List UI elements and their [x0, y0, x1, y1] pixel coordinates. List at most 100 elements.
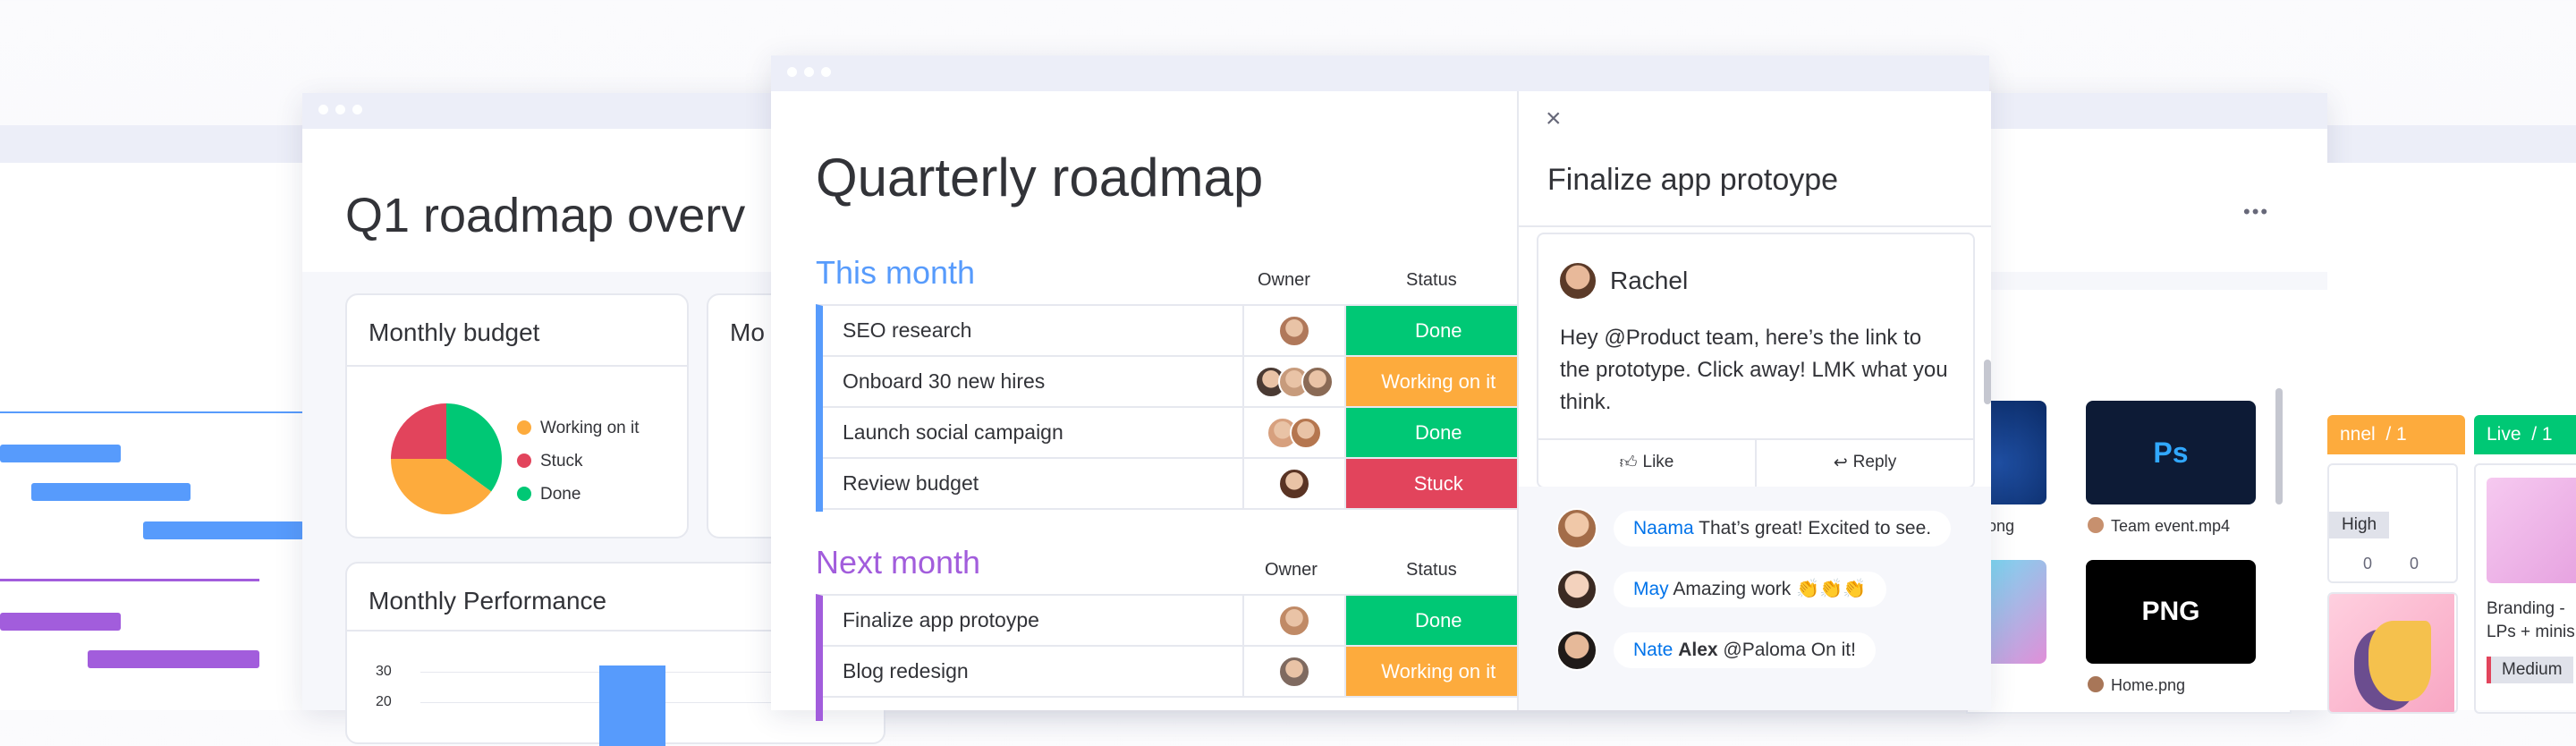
avatar [1556, 569, 1597, 610]
reply-bubble: May Amazing work 👏👏👏 [1614, 572, 1886, 607]
item-name[interactable]: SEO research [823, 306, 1244, 355]
kanban-card[interactable]: Branding - LPs + minis Medium [2474, 463, 2576, 714]
subitem-count: 0 [2410, 555, 2419, 572]
priority-tag: Medium [2487, 657, 2573, 683]
owner-cell[interactable] [1244, 306, 1346, 355]
card-text: Branding - LPs + minis [2487, 599, 2575, 641]
column-header-owner[interactable]: Owner [1258, 270, 1310, 291]
file-thumbnail-ps[interactable]: Ps [2086, 401, 2256, 504]
avatar [1289, 416, 1322, 449]
owner-cell[interactable] [1244, 408, 1346, 457]
reply-author[interactable]: May [1633, 579, 1669, 599]
gantt-timeline [0, 304, 304, 710]
avatar [1558, 261, 1597, 301]
file-caption: Home.png [2086, 674, 2185, 695]
ps-badge: Ps [2153, 436, 2189, 469]
kanban-column-header: Live / 1 [2474, 415, 2576, 454]
status-cell[interactable]: Done [1345, 596, 1531, 645]
close-icon[interactable]: × [1546, 104, 1562, 134]
status-cell[interactable]: Done [1345, 408, 1531, 457]
status-cell[interactable]: Working on it [1345, 357, 1531, 406]
status-cell[interactable]: Stuck [1345, 459, 1531, 508]
item-name[interactable]: Onboard 30 new hires [823, 357, 1244, 406]
gantt-bar [0, 445, 121, 462]
table-row[interactable]: Review budget Stuck [823, 459, 1531, 510]
kanban-column-header: nnel / 1 [2327, 415, 2465, 454]
mention[interactable]: Alex [1678, 640, 1717, 660]
like-button[interactable]: 👍︎ Like [1538, 440, 1755, 485]
scrollbar[interactable] [1984, 360, 1991, 404]
roadmap-window: Quarterly roadmap This month Owner Statu… [771, 55, 1991, 721]
reply-list: Naama That’s great! Excited to see. May … [1519, 487, 1991, 710]
item-name[interactable]: Finalize app protoype [823, 596, 1244, 645]
table-row[interactable]: Blog redesign Working on it [823, 647, 1531, 698]
monthly-budget-card: Monthly budget Working on it Stuck Done [345, 293, 689, 538]
pie-slice-stuck [391, 403, 446, 459]
gantt-bar [143, 521, 304, 539]
avatar [1301, 365, 1334, 398]
window-controls[interactable] [787, 65, 838, 81]
status-cell[interactable]: Done [1345, 306, 1531, 355]
avatar [2086, 674, 2106, 694]
png-badge: PNG [2141, 597, 2200, 626]
file-thumbnail[interactable] [1987, 401, 2046, 504]
avatar [1277, 655, 1310, 688]
reply-button[interactable]: ↩ Reply [1757, 440, 1973, 485]
file-thumbnail[interactable] [1987, 560, 2046, 664]
reply-bubble: Naama That’s great! Excited to see. [1614, 511, 1952, 547]
table-row[interactable]: Onboard 30 new hires Working on it [823, 357, 1531, 408]
update-post: Rachel Hey @Product team, here’s the lin… [1537, 233, 1975, 488]
kanban-board: nnel / 1 High 0 0 Live / 1 Branding - LP… [2327, 163, 2576, 714]
owner-cell[interactable] [1244, 596, 1346, 645]
avatar [1277, 604, 1310, 637]
overview-title: Q1 roadmap overv [345, 189, 746, 242]
priority-tag: High [2329, 512, 2390, 538]
kanban-card[interactable]: High 0 0 [2327, 463, 2458, 583]
kanban-image-card [2327, 592, 2458, 714]
table-row[interactable]: SEO research Done [823, 306, 1531, 357]
legend-item: Done [517, 478, 640, 511]
budget-pie-chart [391, 403, 502, 514]
item-name[interactable]: Review budget [823, 459, 1244, 508]
table-row[interactable]: Launch social campaign Done [823, 408, 1531, 459]
thumbs-up-icon: 👍︎ [1619, 453, 1638, 472]
column-header-owner[interactable]: Owner [1265, 560, 1318, 581]
performance-bar [599, 665, 665, 746]
post-author[interactable]: Rachel [1610, 267, 1688, 295]
avatar [2086, 515, 2106, 535]
card-title: Monthly Performance [369, 587, 607, 615]
reply-icon: ↩ [1833, 453, 1848, 472]
more-options-icon[interactable]: ••• [2243, 200, 2269, 224]
avatar [1556, 508, 1597, 549]
avatar [1277, 314, 1310, 347]
window-controls[interactable] [318, 103, 369, 119]
owner-cell[interactable] [1244, 647, 1346, 696]
group-title[interactable]: Next month [816, 544, 980, 581]
window-titlebar [771, 55, 1989, 91]
column-header-status[interactable]: Status [1406, 270, 1457, 291]
card-title: Monthly budget [369, 318, 540, 346]
reply-author[interactable]: Naama [1633, 518, 1694, 538]
reply-item: Nate Alex @Paloma On it! [1556, 630, 1876, 671]
column-header-status[interactable]: Status [1406, 560, 1457, 581]
gantt-bar [88, 650, 259, 668]
legend-item: Working on it [517, 411, 640, 445]
item-name[interactable]: Launch social campaign [823, 408, 1244, 457]
item-title: Finalize app protoype [1547, 163, 1839, 197]
table-row[interactable]: Finalize app protoype Done [823, 596, 1531, 647]
file-thumbnail-png[interactable]: PNG [2086, 560, 2256, 664]
group-title[interactable]: This month [816, 254, 975, 292]
pie-legend: Working on it Stuck Done [517, 411, 640, 511]
reply-author[interactable]: Nate [1633, 640, 1673, 660]
post-body: Hey @Product team, here’s the link to th… [1560, 326, 1948, 414]
avatar [1556, 630, 1597, 671]
owner-cell[interactable] [1244, 357, 1346, 406]
reply-item: Naama That’s great! Excited to see. [1556, 508, 1952, 549]
legend-item: Stuck [517, 445, 640, 478]
status-cell[interactable]: Working on it [1345, 647, 1531, 696]
item-name[interactable]: Blog redesign [823, 647, 1244, 696]
scrollbar[interactable] [2275, 388, 2283, 504]
reply-bubble: Nate Alex @Paloma On it! [1614, 632, 1876, 668]
owner-cell[interactable] [1244, 459, 1346, 508]
group-table: Finalize app protoype Done Blog redesign Wo… [816, 594, 1538, 721]
